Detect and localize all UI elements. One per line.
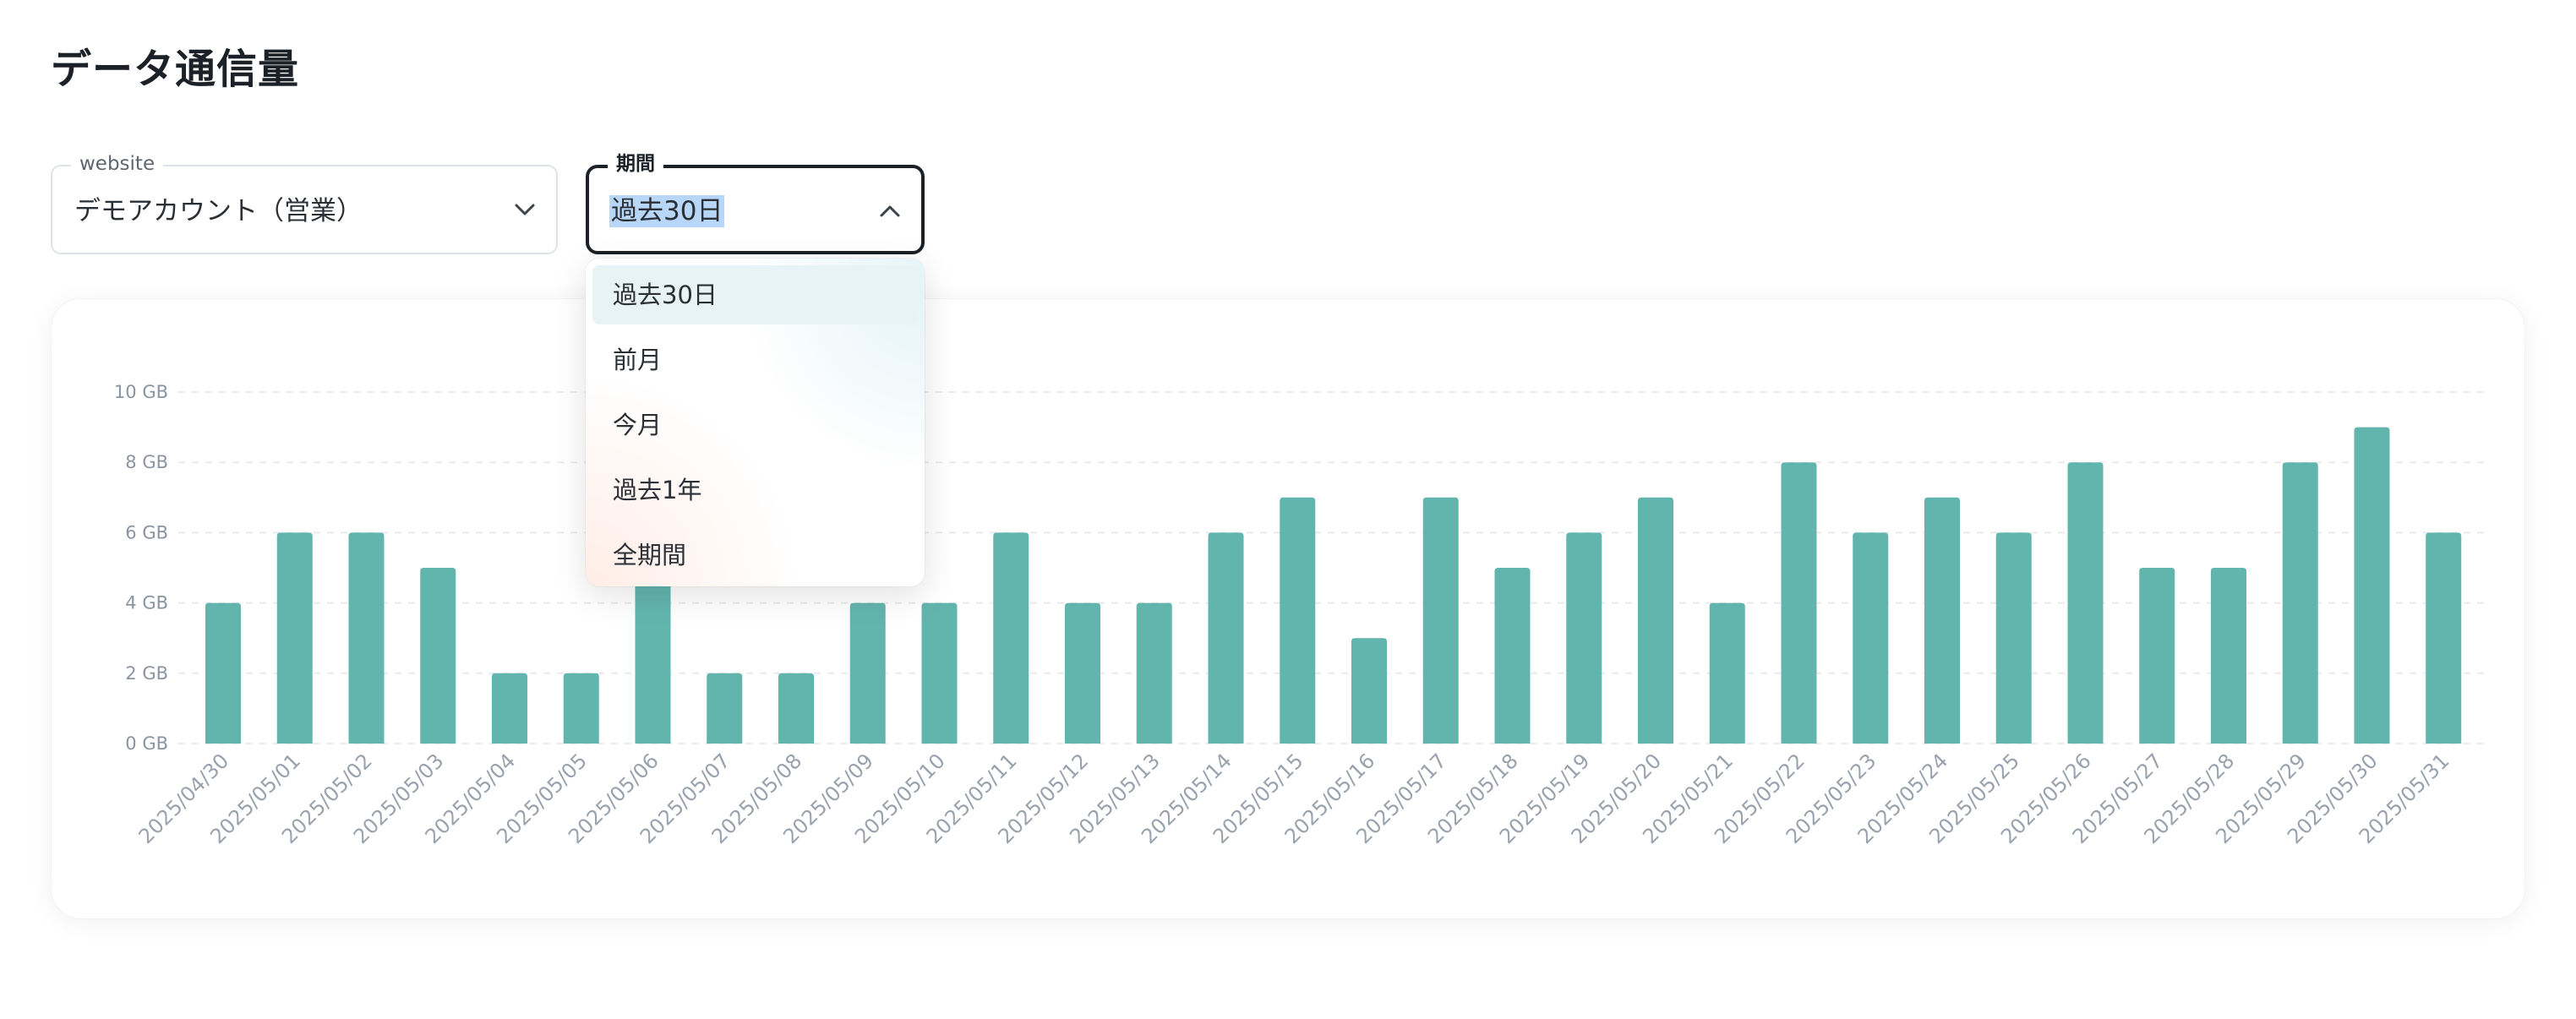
bar-2025-05-17[interactable] xyxy=(1422,497,1459,744)
period-option-all-time[interactable]: 全期間 xyxy=(592,526,918,585)
bar-2025-05-02[interactable] xyxy=(348,532,385,744)
y-tick-label: 8 GB xyxy=(125,452,168,472)
website-select[interactable]: website デモアカウント（営業） xyxy=(51,151,558,254)
bar-2025-05-04[interactable] xyxy=(492,673,527,744)
data-usage-bar-chart: 0 GB2 GB4 GB6 GB8 GB10 GB2025/04/302025/… xyxy=(114,382,2486,848)
y-tick-label: 2 GB xyxy=(125,663,168,684)
bar-2025-05-14[interactable] xyxy=(1208,532,1244,744)
bar-2025-05-08[interactable] xyxy=(778,673,814,744)
period-option-last-month[interactable]: 前月 xyxy=(592,330,918,390)
period-select-value: 過去30日 xyxy=(609,195,725,227)
y-tick-label: 10 GB xyxy=(114,382,168,402)
bar-2025-05-24[interactable] xyxy=(1924,497,1960,744)
period-option-this-month[interactable]: 今月 xyxy=(592,395,918,455)
bar-2025-05-15[interactable] xyxy=(1280,497,1316,744)
bar-2025-05-22[interactable] xyxy=(1781,462,1817,744)
y-tick-label: 6 GB xyxy=(125,522,168,542)
period-option-last-year[interactable]: 過去1年 xyxy=(592,460,918,520)
bar-2025-05-19[interactable] xyxy=(1566,532,1602,744)
bar-2025-05-05[interactable] xyxy=(563,673,599,744)
bar-2025-05-26[interactable] xyxy=(2067,462,2104,744)
period-option-last-30-days[interactable]: 過去30日 xyxy=(592,265,918,324)
y-tick-label: 4 GB xyxy=(125,593,168,613)
bar-2025-04-30[interactable] xyxy=(205,602,241,744)
period-dropdown-menu: 過去30日 前月 今月 過去1年 全期間 xyxy=(586,259,925,586)
page-title: データ通信量 xyxy=(51,46,300,93)
bar-2025-05-07[interactable] xyxy=(707,673,743,744)
website-select-label: website xyxy=(71,151,164,177)
y-tick-label: 0 GB xyxy=(125,733,168,754)
chart-card: 0 GB 2 GB 4 GB 6 GB 8 GB 10 GB 2025/04/30 2025/… xyxy=(51,298,2525,919)
bar-2025-05-31[interactable] xyxy=(2426,532,2462,744)
bar-2025-05-20[interactable] xyxy=(1638,497,1673,744)
bar-2025-05-13[interactable] xyxy=(1136,602,1172,744)
bar-2025-05-28[interactable] xyxy=(2211,568,2246,744)
bar-2025-05-25[interactable] xyxy=(1995,532,2032,744)
bar-2025-05-18[interactable] xyxy=(1494,568,1531,744)
bar-2025-05-30[interactable] xyxy=(2354,427,2390,744)
bar-2025-05-16[interactable] xyxy=(1351,638,1387,744)
chevron-down-icon xyxy=(515,204,535,215)
chevron-up-icon xyxy=(880,205,900,217)
bar-2025-05-21[interactable] xyxy=(1709,602,1745,744)
bar-2025-05-01[interactable] xyxy=(276,532,313,744)
bar-2025-05-10[interactable] xyxy=(921,602,958,744)
period-select-label: 期間 xyxy=(608,151,663,177)
bar-2025-05-12[interactable] xyxy=(1065,602,1100,744)
bar-2025-05-23[interactable] xyxy=(1853,532,1889,744)
bar-2025-05-27[interactable] xyxy=(2139,568,2175,744)
bar-2025-05-03[interactable] xyxy=(420,568,456,744)
bar-2025-05-09[interactable] xyxy=(849,602,886,744)
period-select[interactable]: 期間 過去30日 xyxy=(586,151,925,254)
bar-2025-05-29[interactable] xyxy=(2282,462,2318,744)
website-select-value: デモアカウント（営業） xyxy=(74,196,363,226)
bar-2025-05-11[interactable] xyxy=(993,532,1029,744)
